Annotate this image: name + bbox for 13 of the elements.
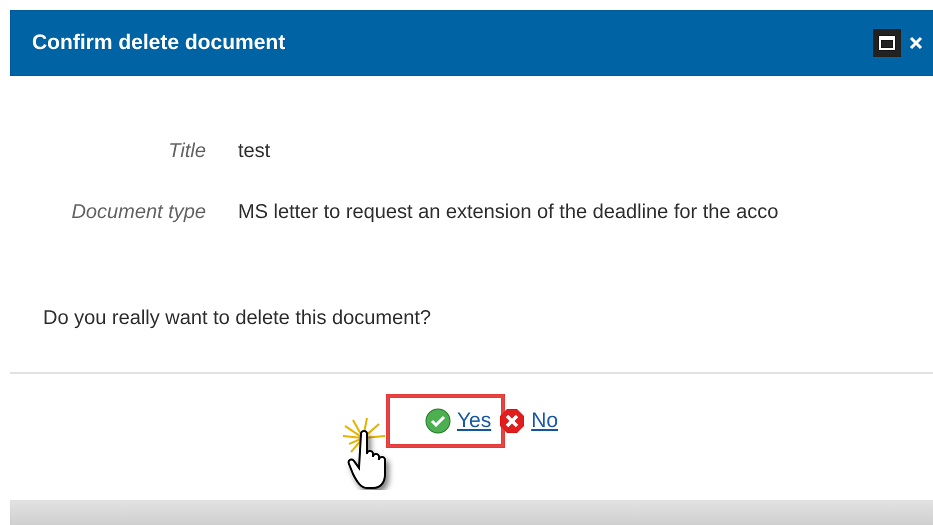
field-label: Document type [70,201,206,224]
maximize-icon [879,36,895,50]
no-link[interactable]: No [499,408,558,434]
cancel-icon [499,408,526,434]
yes-link[interactable]: Yes [400,408,492,434]
maximize-button[interactable] [873,29,901,57]
window-title: Confirm delete document [32,31,286,55]
check-icon [424,408,451,434]
confirmation-question: Do you really want to delete this document? [43,307,432,330]
field-label: Title [167,140,206,163]
field-value: MS letter to request an extension of the deadline for the acco [238,201,780,224]
close-icon[interactable] [909,36,923,50]
field-value: test [238,140,272,163]
